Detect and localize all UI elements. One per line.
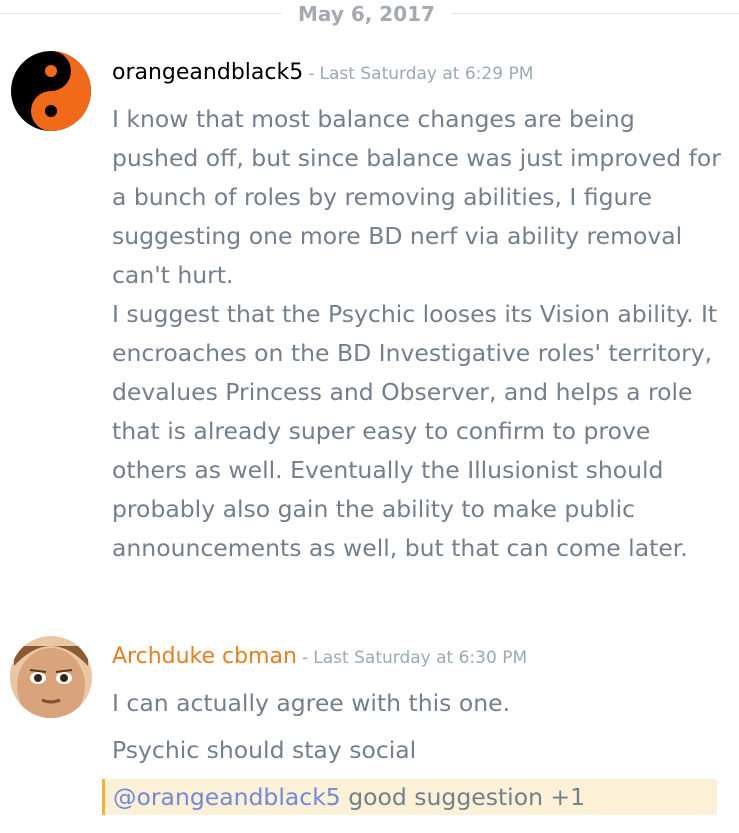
divider-line-left xyxy=(0,13,282,14)
timestamp[interactable]: Last Saturday at 6:30 PM xyxy=(313,648,527,668)
message-paragraph: I know that most balance changes are bei… xyxy=(112,105,721,289)
cartoon-face-icon xyxy=(10,636,92,718)
user-mention[interactable]: @orangeandblack5 xyxy=(113,783,341,811)
message-paragraph: Psychic should stay social xyxy=(112,736,417,764)
divider-line-right xyxy=(451,13,739,14)
mention-text: good suggestion +1 xyxy=(340,783,586,811)
yin-yang-icon xyxy=(11,51,91,131)
message-paragraph: I suggest that the Psychic looses its Vi… xyxy=(112,300,718,562)
username[interactable]: Archduke cbman xyxy=(112,644,297,669)
header-separator: - xyxy=(302,648,309,668)
mention-highlight: @orangeandblack5 good suggestion +1 xyxy=(102,779,717,815)
message-body: I can actually agree with this one. Psyc… xyxy=(112,684,727,770)
timestamp[interactable]: Last Saturday at 6:29 PM xyxy=(320,64,534,84)
avatar[interactable] xyxy=(10,50,92,132)
message-header: Archduke cbman - Last Saturday at 6:30 P… xyxy=(112,644,527,669)
divider-date: May 6, 2017 xyxy=(298,2,435,26)
avatar[interactable] xyxy=(10,636,92,718)
message-body: I know that most balance changes are bei… xyxy=(112,100,727,568)
header-separator: - xyxy=(308,64,315,84)
username[interactable]: orangeandblack5 xyxy=(112,60,303,85)
date-divider: May 6, 2017 xyxy=(0,0,739,28)
message-paragraph: I can actually agree with this one. xyxy=(112,689,511,717)
message-header: orangeandblack5 - Last Saturday at 6:29 … xyxy=(112,60,533,85)
